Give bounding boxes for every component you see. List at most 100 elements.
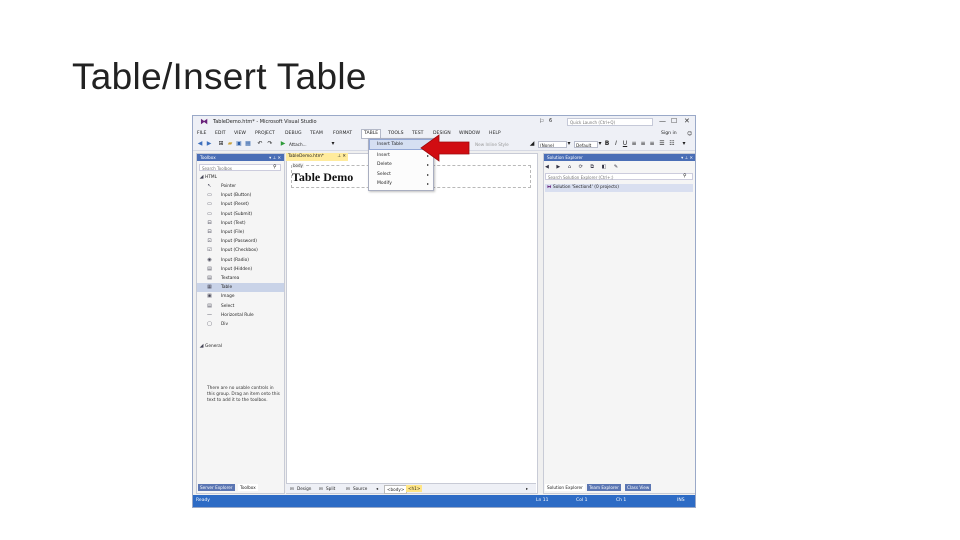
italic-button[interactable]: I bbox=[613, 141, 619, 147]
open-file-icon[interactable]: ▰ bbox=[227, 141, 233, 147]
design-view-icon[interactable]: ⊟ bbox=[290, 485, 294, 492]
toolbox-item-label: Image bbox=[221, 294, 235, 300]
toolbox-item[interactable]: ↖ Pointer bbox=[197, 182, 284, 191]
toolbox-item[interactable]: ▦ Table bbox=[197, 283, 284, 293]
menu-team[interactable]: TEAM bbox=[310, 131, 323, 136]
save-icon[interactable]: ▣ bbox=[236, 141, 242, 147]
toolbox-item[interactable]: ⊡ Input (Password) bbox=[197, 237, 284, 246]
styles-icon[interactable]: ◢ bbox=[529, 141, 535, 147]
file-icon: ⊟ bbox=[207, 229, 212, 235]
menu-help[interactable]: HELP bbox=[489, 131, 501, 136]
solution-root-item[interactable]: ⧓ Solution 'Section4' (0 projects) bbox=[545, 184, 693, 192]
solution-search-input[interactable]: Search Solution Explorer (Ctrl+;) bbox=[545, 173, 693, 180]
maximize-button[interactable]: ☐ bbox=[671, 117, 677, 126]
new-project-icon[interactable]: ⊞ bbox=[218, 141, 224, 147]
page-heading[interactable]: Table Demo bbox=[292, 170, 353, 185]
menu-tools[interactable]: TOOLS bbox=[388, 131, 404, 136]
solution-toolbar-icons[interactable]: ◀ ▶ ⌂ ⟳ ⧉ ◧ ✎ bbox=[545, 163, 690, 172]
pin-icon[interactable]: ▾ ⊥ ✕ bbox=[269, 154, 281, 161]
submenu-arrow-icon: ▸ bbox=[426, 181, 429, 186]
panel-pin-icon[interactable]: ▾ ⊥ ✕ bbox=[681, 154, 693, 161]
textarea-icon: ▤ bbox=[207, 275, 212, 281]
tab-toolbox[interactable]: Toolbox bbox=[238, 484, 258, 491]
toolbox-item[interactable]: ▢ Div bbox=[197, 320, 284, 329]
toolbox-item[interactable]: ▭ Input (Submit) bbox=[197, 210, 284, 219]
chevron-down-icon[interactable]: ▾ bbox=[330, 141, 336, 147]
menu-select[interactable]: Select ▸ bbox=[370, 170, 432, 179]
tab-solution-explorer[interactable]: Solution Explorer bbox=[545, 484, 585, 491]
menu-edit[interactable]: EDIT bbox=[215, 131, 226, 136]
style-select[interactable]: (None) bbox=[538, 141, 567, 148]
redo-icon[interactable]: ↷ bbox=[267, 141, 273, 147]
filter-count[interactable]: 6 bbox=[549, 118, 552, 124]
rule-icon: — bbox=[207, 311, 212, 318]
toolbox-item[interactable]: — Horizontal Rule bbox=[197, 311, 284, 320]
toolbox-item[interactable]: ⊟ Input (File) bbox=[197, 228, 284, 237]
right-bottom-tabs: Solution Explorer Team Explorer Class Vi… bbox=[543, 483, 695, 492]
view-split[interactable]: Split bbox=[326, 485, 335, 492]
menu-view[interactable]: VIEW bbox=[234, 131, 246, 136]
menu-modify[interactable]: Modify ▸ bbox=[370, 179, 432, 188]
forward-icon[interactable]: ▶ bbox=[206, 141, 212, 147]
toolbox-item[interactable]: ▭ Input (Reset) bbox=[197, 200, 284, 209]
tab-class-view[interactable]: Class View bbox=[625, 484, 652, 491]
toolbox-item[interactable]: ▤ Select bbox=[197, 302, 284, 311]
toolbox-item[interactable]: ⊟ Input (Text) bbox=[197, 219, 284, 228]
toolbox-group-general[interactable]: ◢ General bbox=[197, 342, 284, 351]
bold-button[interactable]: B bbox=[604, 141, 610, 147]
close-button[interactable]: ✕ bbox=[684, 117, 690, 126]
menu-file[interactable]: FILE bbox=[197, 131, 206, 136]
toolbar-options-icon[interactable]: ▾ bbox=[681, 141, 687, 147]
tab-server-explorer[interactable]: Server Explorer bbox=[198, 484, 235, 491]
toolbox-item[interactable]: ▭ Input (Button) bbox=[197, 191, 284, 200]
sign-in-link[interactable]: Sign in bbox=[661, 131, 677, 136]
numbering-icon[interactable]: ☷ bbox=[669, 141, 675, 147]
align-right-icon[interactable]: ≡ bbox=[649, 141, 655, 147]
toolbox-search-input[interactable]: Search Toolbox bbox=[199, 164, 281, 171]
minimize-button[interactable]: — bbox=[659, 117, 666, 126]
bullets-icon[interactable]: ☰ bbox=[659, 141, 665, 147]
breadcrumb-forward-icon[interactable]: ▸ bbox=[526, 485, 528, 492]
left-bottom-tabs: Server Explorer Toolbox bbox=[196, 483, 283, 492]
breadcrumb-back-icon[interactable]: ◂ bbox=[376, 485, 378, 492]
split-view-icon[interactable]: ⊟ bbox=[319, 485, 323, 492]
tab-tabledemo[interactable]: TableDemo.htm* ⊥ ✕ bbox=[286, 153, 348, 161]
editor-pane[interactable] bbox=[286, 153, 538, 494]
undo-icon[interactable]: ↶ bbox=[257, 141, 263, 147]
font-dropdown-icon[interactable]: ▾ bbox=[597, 141, 603, 147]
save-all-icon[interactable]: ▦ bbox=[245, 141, 251, 147]
toolbox-group-html[interactable]: ◢ HTML bbox=[197, 173, 284, 182]
breadcrumb-body[interactable]: <body> bbox=[384, 485, 408, 494]
view-source[interactable]: Source bbox=[353, 485, 367, 492]
toolbox-item-label: Pointer bbox=[221, 184, 237, 189]
underline-button[interactable]: U bbox=[622, 141, 628, 147]
run-icon[interactable]: ▶ bbox=[280, 141, 286, 147]
notification-flag-icon[interactable]: ⚐ bbox=[539, 118, 544, 125]
menu-debug[interactable]: DEBUG bbox=[285, 131, 302, 136]
align-left-icon[interactable]: ≡ bbox=[631, 141, 637, 147]
toolbox-item[interactable]: ▣ Image bbox=[197, 292, 284, 301]
close-tab-icon[interactable]: ⊥ ✕ bbox=[337, 153, 346, 161]
toolbox-item[interactable]: ▤ Input (Hidden) bbox=[197, 265, 284, 274]
view-design[interactable]: Design bbox=[297, 485, 311, 492]
feedback-icon[interactable]: ☺ bbox=[687, 131, 692, 137]
style-dropdown-icon[interactable]: ▾ bbox=[566, 141, 572, 147]
breadcrumb-h1[interactable]: <h1> bbox=[406, 485, 423, 492]
menu-format[interactable]: FORMAT bbox=[333, 131, 352, 136]
menu-project[interactable]: PROJECT bbox=[255, 131, 275, 136]
tab-team-explorer[interactable]: Team Explorer bbox=[587, 484, 621, 491]
menu-modify-label: Modify bbox=[377, 181, 392, 186]
source-view-icon[interactable]: ⊟ bbox=[346, 485, 350, 492]
attach-button[interactable]: Attach... bbox=[288, 141, 326, 148]
back-icon[interactable]: ◀ bbox=[197, 141, 203, 147]
toolbox-item[interactable]: ◉ Input (Radio) bbox=[197, 256, 284, 265]
quick-launch-input[interactable]: Quick Launch (Ctrl+Q) bbox=[567, 118, 653, 126]
toolbox-item-label: Input (Reset) bbox=[221, 202, 249, 208]
font-select[interactable]: Default bbox=[574, 141, 598, 148]
align-center-icon[interactable]: ≡ bbox=[640, 141, 646, 147]
arrow-shape bbox=[420, 134, 470, 162]
new-inline-style-button[interactable]: New Inline Style bbox=[474, 141, 536, 148]
status-column: Col 1 bbox=[576, 498, 588, 503]
toolbox-item[interactable]: ▤ Textarea bbox=[197, 274, 284, 283]
toolbox-item[interactable]: ☑ Input (Checkbox) bbox=[197, 246, 284, 255]
